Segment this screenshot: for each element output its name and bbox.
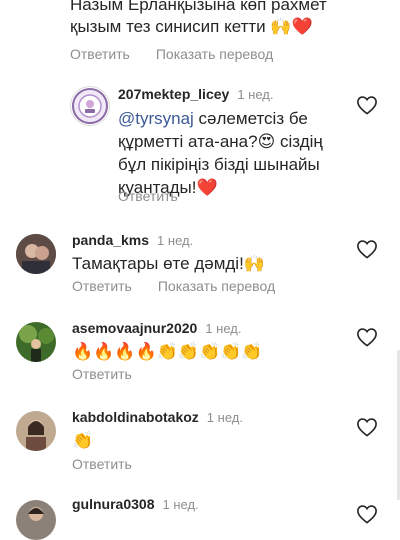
profile-photo-icon [16,234,56,274]
comment-username-row: panda_kms 1 нед. [72,232,193,248]
profile-photo-icon [16,411,56,451]
comment-actions: Ответить [118,188,204,204]
reply-button[interactable]: Ответить [72,278,132,294]
comment-actions: Ответить Показать перевод [70,46,299,62]
username[interactable]: asemovaajnur2020 [72,320,197,336]
comment-text: 👏 [72,431,94,450]
reply-button[interactable]: Ответить [72,366,132,382]
timestamp: 1 нед. [205,321,242,336]
reply-button[interactable]: Ответить [118,188,178,204]
avatar-gulnura0308[interactable] [16,500,56,540]
comment-username-row: asemovaajnur2020 1 нед. [72,320,241,336]
school-logo-icon [72,88,108,124]
reply-button[interactable]: Ответить [72,456,132,472]
avatar-panda-kms[interactable] [16,234,56,274]
username[interactable]: panda_kms [72,232,149,248]
profile-photo-icon [16,500,56,540]
comment-text: Тамақтары өте дәмді!🙌 [72,254,265,273]
comment-actions: Ответить [72,456,158,472]
timestamp: 1 нед. [206,410,243,425]
comment-text-line-1: @tyrsynaj сәлеметсіз бе [118,108,308,130]
mention-link[interactable]: @tyrsynaj [118,109,194,128]
like-heart-icon[interactable] [356,327,378,347]
username[interactable]: kabdoldinabotakoz [72,409,199,425]
avatar-207mektep-licey[interactable] [70,86,110,126]
comment-username-row: 207mektep_licey 1 нед. [118,86,273,102]
timestamp: 1 нед. [162,497,199,512]
username[interactable]: 207mektep_licey [118,86,229,102]
like-heart-icon[interactable] [356,504,378,524]
comment-username-row: gulnura0308 1 нед. [72,496,199,512]
comment-username-row: kabdoldinabotakoz 1 нед. [72,409,243,425]
comment-text-line-2: қызым тез синисип кетти 🙌❤️ [70,17,313,36]
like-heart-icon[interactable] [356,95,378,115]
show-translation-button[interactable]: Показать перевод [156,46,273,62]
comment-text-line-1: Назым Ерланқызына көп рахмет [70,0,327,14]
comment-actions: Ответить [72,366,158,382]
timestamp: 1 нед. [237,87,274,102]
username[interactable]: gulnura0308 [72,496,154,512]
comment-text-line-3: бұл пікіріңіз бізді шынайы [118,155,320,174]
avatar-asemovaajnur2020[interactable] [16,322,56,362]
avatar-kabdoldinabotakoz[interactable] [16,411,56,451]
comment-text: 🔥🔥🔥🔥👏👏👏👏👏 [72,342,263,361]
text-fragment: сәлеметсіз бе [193,109,308,128]
reply-button[interactable]: Ответить [70,46,130,62]
like-heart-icon[interactable] [356,417,378,437]
profile-photo-icon [16,322,56,362]
show-translation-button[interactable]: Показать перевод [158,278,275,294]
timestamp: 1 нед. [157,233,194,248]
like-heart-icon[interactable] [356,239,378,259]
comment-text-line-2: құрметті ата-ана?😍 сіздің [118,132,323,151]
comment-actions: Ответить Показать перевод [72,278,301,294]
